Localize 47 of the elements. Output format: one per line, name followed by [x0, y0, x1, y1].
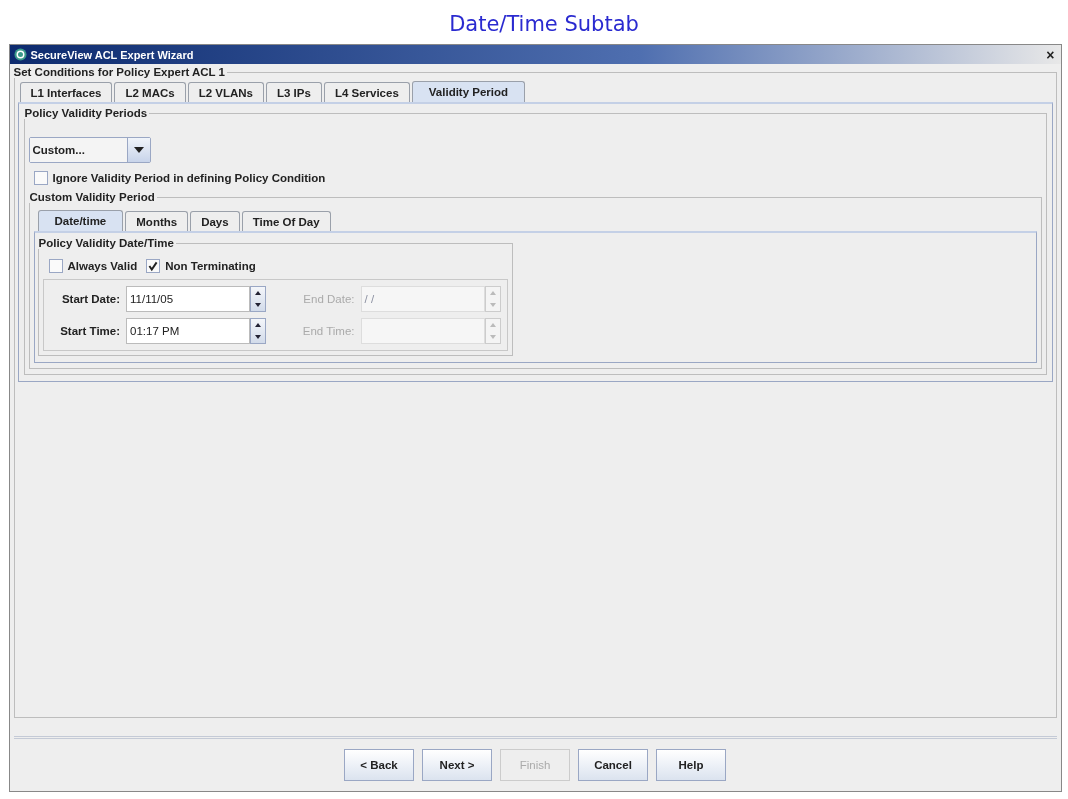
subtab[interactable]: Date/time [37, 210, 124, 231]
subtab[interactable]: Time Of Day [241, 211, 331, 231]
wizard-button[interactable]: Help [656, 749, 726, 781]
checkbox-label: Always Valid [67, 260, 138, 272]
subtab[interactable]: Months [125, 211, 189, 231]
checkbox[interactable] [48, 259, 63, 273]
subtab[interactable]: Days [190, 211, 240, 231]
window-title: SecureView ACL Expert Wizard [30, 48, 195, 61]
group-title: Set Conditions for Policy Expert ACL 1 [12, 66, 226, 78]
tab[interactable]: L3 IPs [266, 82, 322, 102]
checkbox-label: Ignore Validity Period in defining Policy Condition [52, 172, 326, 184]
period-dropdown[interactable]: Custom... [28, 137, 151, 163]
checkbox-label: Non Terminating [165, 260, 256, 272]
wizard-button[interactable]: Cancel [578, 749, 648, 781]
up-arrow-icon [255, 323, 262, 327]
spinner-field[interactable]: 11/11/05 [126, 286, 251, 312]
close-button[interactable]: × [1044, 47, 1057, 62]
checkbox[interactable] [33, 171, 48, 185]
field-label: End Date: [302, 293, 355, 305]
tab[interactable]: L4 Services [323, 82, 410, 102]
up-arrow-icon [489, 291, 496, 295]
wizard-button[interactable]: < Back [344, 749, 414, 781]
field-label: End Time: [301, 325, 355, 337]
field-label: Start Time: [59, 325, 121, 337]
tab[interactable]: L2 MACs [114, 82, 186, 102]
spinner-buttons[interactable] [250, 286, 267, 312]
page-caption: Date/Time Subtab [449, 11, 639, 38]
down-arrow-icon [489, 303, 496, 307]
spinner-field[interactable]: 01:17 PM [126, 318, 251, 344]
up-arrow-icon [489, 323, 496, 327]
down-arrow-icon [489, 335, 496, 339]
spinner-field[interactable] [360, 318, 485, 344]
checkbox[interactable] [146, 259, 161, 273]
spinner-buttons[interactable] [250, 318, 267, 344]
down-arrow-icon [255, 303, 262, 307]
wizard-button[interactable]: Next > [422, 749, 492, 781]
tab[interactable]: L2 VLANs [187, 82, 264, 102]
tab[interactable]: Validity Period [411, 81, 526, 102]
tab[interactable]: L1 Interfaces [19, 82, 113, 102]
up-arrow-icon [255, 291, 262, 295]
field-label: Start Date: [60, 293, 121, 305]
dropdown-arrow-icon [133, 147, 144, 153]
group-title: Policy Validity Date/Time [37, 237, 175, 249]
group-title: Policy Validity Periods [23, 107, 149, 119]
down-arrow-icon [255, 335, 262, 339]
group-title: Custom Validity Period [28, 191, 156, 203]
app-logo-icon [13, 48, 27, 61]
